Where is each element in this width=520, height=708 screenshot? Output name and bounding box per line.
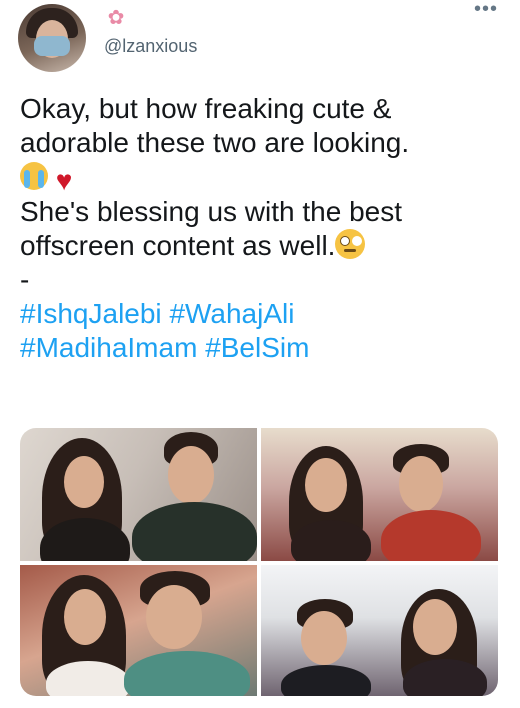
photo-person-body — [281, 665, 371, 696]
photo-person-face — [146, 585, 202, 649]
media-grid — [20, 428, 498, 696]
tweet-line: adorable these two are looking. — [20, 127, 410, 158]
tweet-dash: - — [20, 264, 30, 295]
cherry-blossom-icon: ✿ — [107, 7, 125, 29]
tweet-line: Okay, but how freaking cute & — [20, 93, 392, 124]
photo-4[interactable] — [261, 565, 498, 696]
photo-person-face — [413, 599, 457, 655]
tweet-header: ✿ @lzanxious ••• — [0, 0, 520, 80]
photo-person-face — [168, 446, 214, 504]
tweet-line: She's blessing us with the best — [20, 196, 403, 227]
photo-person-face — [305, 458, 347, 512]
red-heart-icon: ♥ — [55, 165, 73, 196]
photo-person-body — [132, 502, 257, 561]
photo-person-face — [301, 611, 347, 665]
hashtag-link[interactable]: #IshqJalebi — [20, 298, 162, 329]
photo-person-face — [399, 456, 443, 512]
photo-3[interactable] — [20, 565, 257, 696]
photo-2[interactable] — [261, 428, 498, 561]
photo-person-face — [64, 589, 106, 645]
photo-1[interactable] — [20, 428, 257, 561]
hashtag-link[interactable]: #BelSim — [205, 332, 309, 363]
hashtag-link[interactable]: #MadihaImam — [20, 332, 197, 363]
more-options-icon[interactable]: ••• — [472, 0, 500, 22]
photo-person-face — [64, 456, 104, 508]
avatar[interactable] — [18, 4, 86, 72]
loudly-crying-face-icon — [20, 162, 48, 190]
user-handle[interactable]: @lzanxious — [104, 36, 197, 57]
photo-person-body — [124, 651, 250, 696]
photo-person-body — [381, 510, 481, 561]
avatar-mask — [34, 36, 70, 56]
tweet-text: Okay, but how freaking cute & adorable t… — [20, 92, 500, 365]
tweet-line: offscreen content as well. — [20, 230, 336, 261]
face-with-rolling-eyes-icon — [335, 229, 366, 259]
hashtag-link[interactable]: #WahajAli — [169, 298, 294, 329]
